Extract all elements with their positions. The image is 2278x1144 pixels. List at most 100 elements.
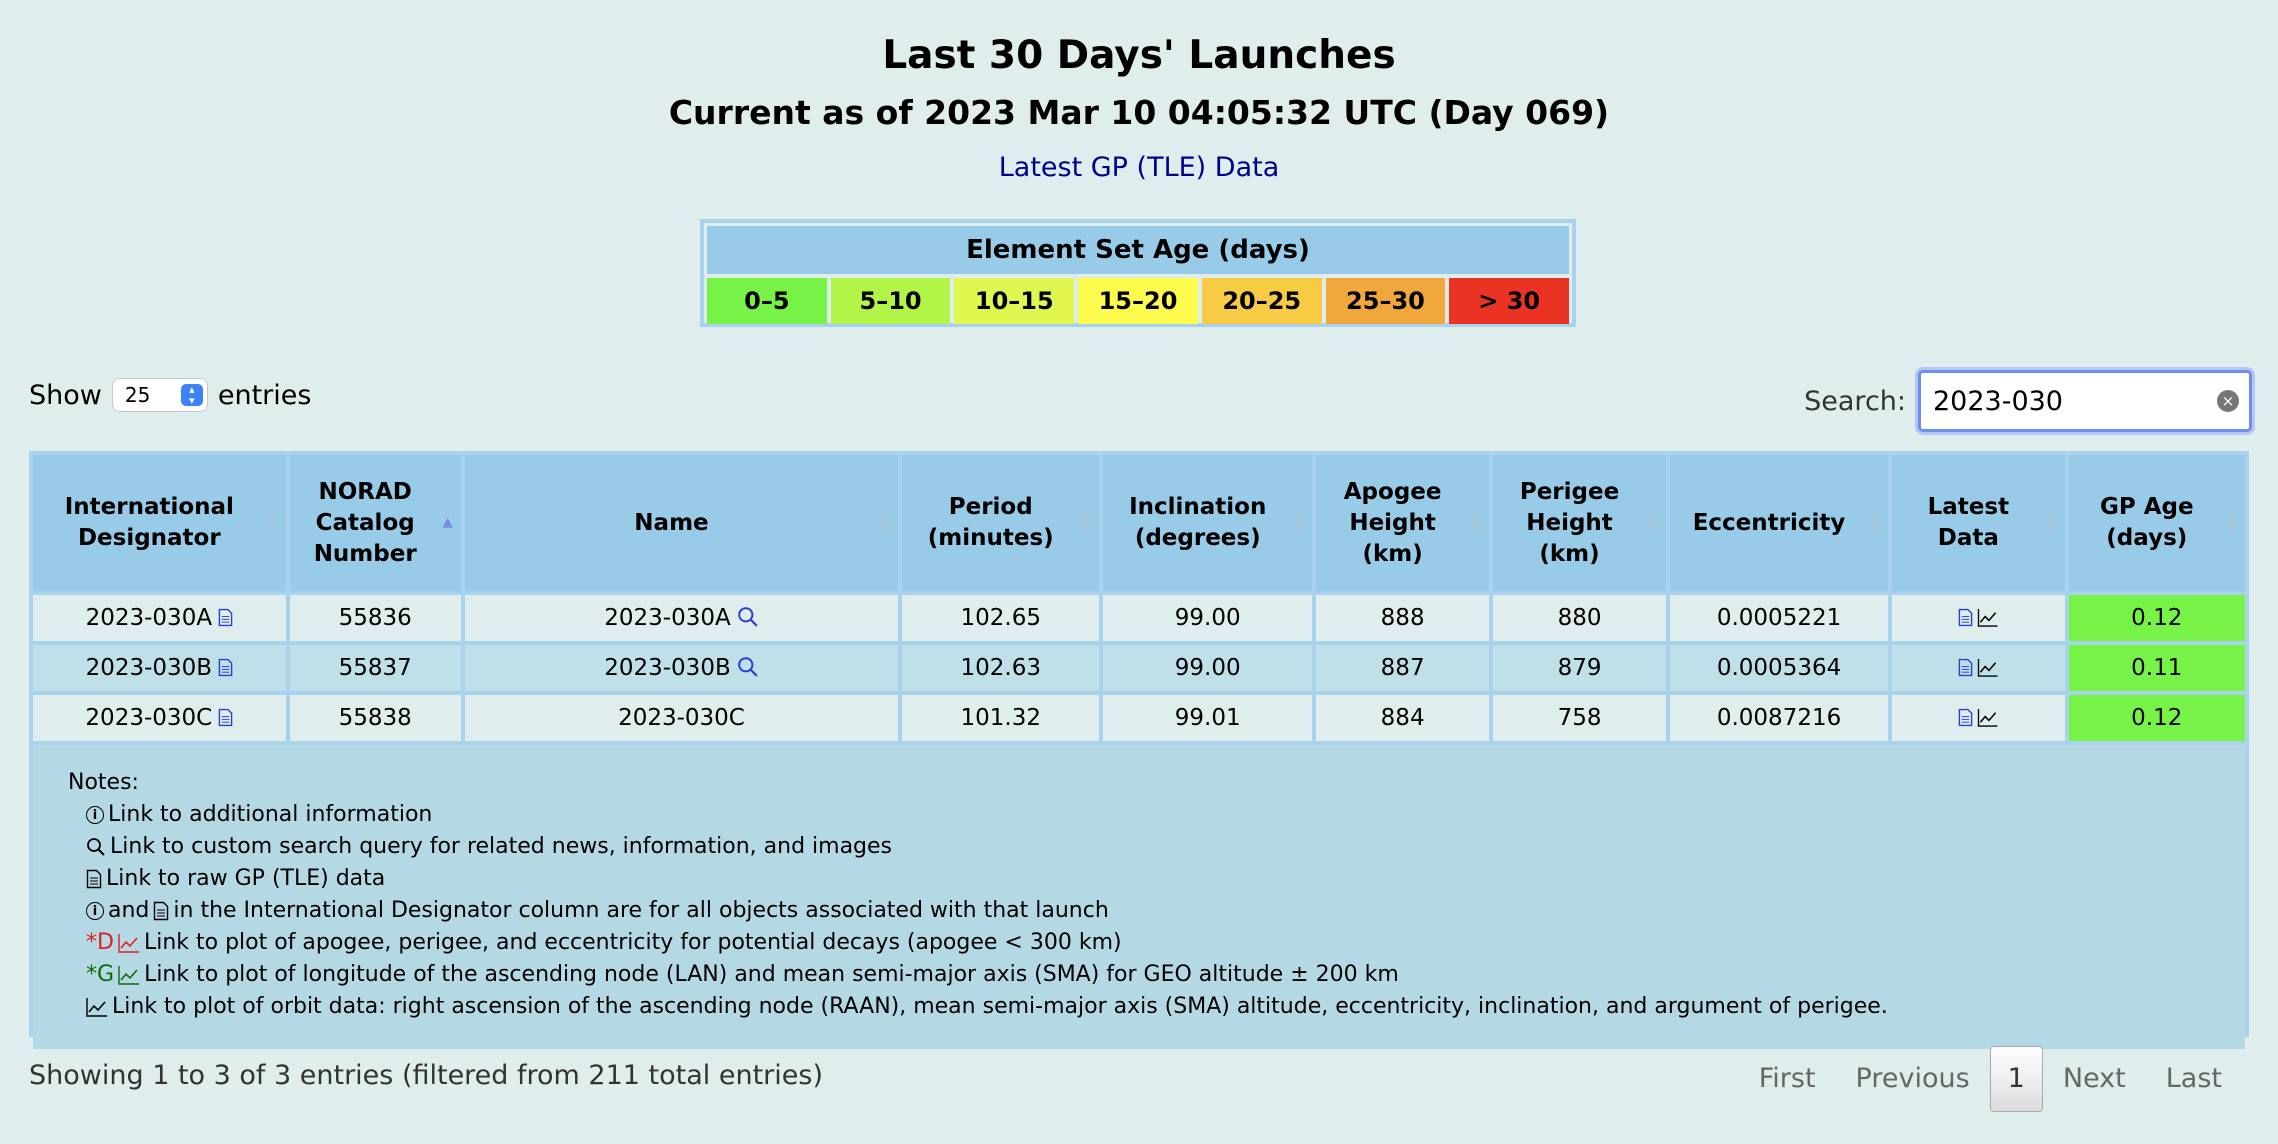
next-page-button[interactable]: Next — [2043, 1047, 2146, 1111]
note-intl: i and in the International Designator colu… — [68, 895, 2245, 927]
note-info: i Link to additional information — [68, 799, 2245, 831]
page-title: Last 30 Days' Launches — [882, 33, 1396, 78]
show-label: Show — [29, 379, 102, 411]
cell-inclination: 99.01 — [1103, 695, 1313, 745]
note-orbit: Link to plot of orbit data: right ascens… — [68, 991, 2245, 1023]
cell-latest-data — [1892, 645, 2065, 695]
cell-gp-age: 0.12 — [2068, 595, 2245, 645]
cell-perigee: 758 — [1493, 695, 1666, 745]
cell-inclination: 99.00 — [1103, 595, 1313, 645]
previous-page-button[interactable]: Previous — [1836, 1047, 1990, 1111]
note-geo: *G Link to plot of longitude of the ascen… — [68, 959, 2245, 991]
col-inclination[interactable]: Inclination (degrees) ▲ ▼ — [1103, 455, 1313, 595]
element-set-age-legend: Element Set Age (days) 0–5 5–10 10–15 15–20… — [700, 219, 1576, 327]
table-info: Showing 1 to 3 of 3 entries (filtered fr… — [29, 1060, 823, 1091]
plot-icon[interactable] — [1977, 608, 1999, 627]
sort-icon: ▲ ▼ — [1081, 509, 1092, 536]
note-raw: Link to raw GP (TLE) data — [68, 863, 2245, 895]
search-input[interactable] — [1931, 384, 2217, 418]
note-decay: *D Link to plot of apogee, perigee, and e… — [68, 927, 2245, 959]
cell-name: 2023-030B — [464, 645, 899, 695]
document-icon[interactable] — [218, 608, 233, 627]
cell-intl-designator: 2023-030B — [33, 645, 286, 695]
sort-icon: ▲ ▼ — [880, 509, 891, 536]
cell-period: 102.63 — [902, 645, 1100, 695]
cell-apogee: 888 — [1316, 595, 1490, 645]
sort-icon: ▲ ▼ — [1471, 509, 1482, 536]
cell-name: 2023-030A — [464, 595, 899, 645]
launches-table: International Designator ▲ ▼ NORAD Catalog… — [29, 455, 2249, 1049]
table-row: 2023-030C 55838 2023-030C 101.32 99.01 884 758… — [33, 695, 2245, 745]
magnifier-icon[interactable] — [737, 606, 759, 628]
sort-icon: ▲ ▼ — [267, 509, 278, 536]
magnifier-icon — [87, 838, 105, 856]
note-search: Link to custom search query for related … — [68, 831, 2245, 863]
legend-cell: 25–30 — [1325, 278, 1446, 324]
legend-title: Element Set Age (days) — [707, 226, 1569, 274]
legend-cell: 5–10 — [830, 278, 951, 324]
sort-asc-icon: ▲ — [442, 515, 453, 530]
cell-perigee: 879 — [1493, 645, 1666, 695]
entries-select[interactable]: 25 ▴ ▾ — [111, 378, 208, 412]
legend-cell: > 30 — [1449, 278, 1570, 324]
cell-eccentricity: 0.0087216 — [1669, 695, 1889, 745]
page-1-button[interactable]: 1 — [1989, 1046, 2043, 1112]
legend-cell: 10–15 — [954, 278, 1075, 324]
last-page-button[interactable]: Last — [2146, 1047, 2242, 1111]
col-international-designator[interactable]: International Designator ▲ ▼ — [33, 455, 286, 595]
col-name[interactable]: Name ▲ ▼ — [464, 455, 899, 595]
cell-norad: 55837 — [289, 645, 461, 695]
plot-icon[interactable] — [1977, 708, 1999, 727]
document-icon[interactable] — [1958, 658, 1973, 677]
first-page-button[interactable]: First — [1739, 1047, 1836, 1111]
notes-title: Notes: — [68, 770, 139, 795]
col-perigee-height[interactable]: Perigee Height (km) ▲ ▼ — [1493, 455, 1666, 595]
col-period[interactable]: Period (minutes) ▲ ▼ — [902, 455, 1100, 595]
col-gp-age[interactable]: GP Age (days) ▲ ▼ — [2068, 455, 2245, 595]
search-box[interactable]: × — [1918, 370, 2252, 432]
document-icon[interactable] — [1958, 608, 1973, 627]
cell-gp-age: 0.11 — [2068, 645, 2245, 695]
pagination: First Previous 1 Next Last — [1739, 1046, 2242, 1112]
info-icon: i — [86, 806, 104, 824]
cell-gp-age: 0.12 — [2068, 695, 2245, 745]
cell-eccentricity: 0.0005364 — [1669, 645, 1889, 695]
sort-icon: ▲ ▼ — [1647, 509, 1658, 536]
cell-latest-data — [1892, 595, 2065, 645]
cell-intl-designator: 2023-030A — [33, 595, 286, 645]
page-header: Last 30 Days' Launches Current as of 202… — [0, 28, 2278, 183]
sort-icon: ▲ ▼ — [1870, 509, 1881, 536]
plot-icon — [118, 934, 139, 953]
plot-icon[interactable] — [1977, 658, 1999, 677]
document-icon[interactable] — [218, 658, 233, 677]
legend-cell: 15–20 — [1078, 278, 1198, 324]
search-label: Search: — [1804, 385, 1906, 417]
entries-length-control: Show 25 ▴ ▾ entries — [29, 378, 311, 412]
magnifier-icon[interactable] — [737, 656, 759, 678]
cell-latest-data — [1892, 695, 2065, 745]
decay-marker: *D — [86, 930, 114, 955]
document-icon — [154, 901, 169, 921]
document-icon — [86, 869, 102, 889]
legend-cell: 20–25 — [1201, 278, 1322, 324]
col-latest-data[interactable]: Latest Data ▲ ▼ — [1892, 455, 2065, 595]
col-eccentricity[interactable]: Eccentricity ▲ ▼ — [1669, 455, 1889, 595]
col-norad-catalog-number[interactable]: NORAD Catalog Number ▲ — [289, 455, 461, 595]
table-row: 2023-030B 55837 2023-030B 102.63 99.00 887 879… — [33, 645, 2245, 695]
table-header-row: International Designator ▲ ▼ NORAD Catalog… — [33, 455, 2245, 595]
cell-eccentricity: 0.0005221 — [1669, 595, 1889, 645]
cell-intl-designator: 2023-030C — [33, 695, 286, 745]
legend-cell: 0–5 — [707, 278, 827, 324]
geo-marker: *G — [86, 962, 115, 987]
col-apogee-height[interactable]: Apogee Height (km) ▲ ▼ — [1316, 455, 1490, 595]
cell-norad: 55836 — [289, 595, 461, 645]
document-icon[interactable] — [1958, 708, 1973, 727]
notes-row: Notes: i Link to additional information L… — [33, 745, 2245, 1049]
document-icon[interactable] — [218, 708, 233, 727]
clear-search-icon[interactable]: × — [2217, 390, 2239, 412]
launches-table-container: International Designator ▲ ▼ NORAD Catalog… — [29, 451, 2249, 1049]
latest-gp-data-link[interactable]: Latest GP (TLE) Data — [999, 152, 1280, 183]
entries-select-value: 25 — [124, 383, 151, 407]
table-body: 2023-030A 55836 2023-030A 102.65 99.00 888 880… — [33, 595, 2245, 1049]
cell-period: 101.32 — [902, 695, 1100, 745]
